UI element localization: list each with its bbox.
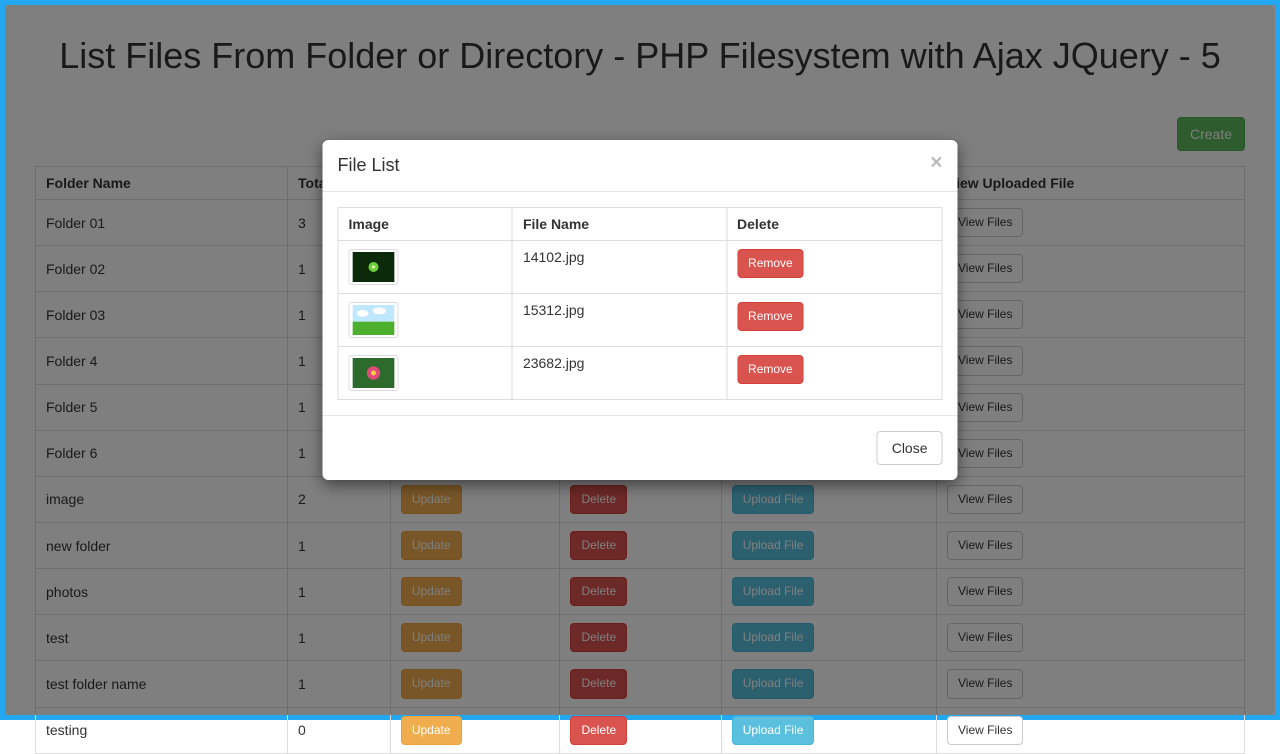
col-delete-file: Delete	[727, 208, 942, 241]
file-name-cell: 14102.jpg	[512, 241, 726, 294]
file-name-cell: 15312.jpg	[512, 294, 726, 347]
table-row: 15312.jpg Remove	[338, 294, 942, 347]
file-list-modal: × File List Image File Name Delete 14102…	[323, 140, 958, 480]
close-icon[interactable]: ×	[930, 152, 942, 173]
modal-title: File List	[338, 155, 943, 176]
file-thumbnail	[349, 249, 399, 285]
file-thumbnail	[349, 302, 399, 338]
file-table: Image File Name Delete 14102.jpgRemove15…	[338, 207, 943, 400]
remove-button[interactable]: Remove	[737, 249, 804, 278]
file-name-cell: 23682.jpg	[512, 347, 726, 400]
col-image: Image	[338, 208, 512, 241]
close-button[interactable]: Close	[877, 431, 943, 465]
col-file-name: File Name	[512, 208, 726, 241]
table-row: 23682.jpg Remove	[338, 347, 942, 400]
remove-button[interactable]: Remove	[737, 355, 804, 384]
remove-button[interactable]: Remove	[737, 302, 804, 331]
file-thumbnail	[349, 355, 399, 391]
table-row: 14102.jpg Remove	[338, 241, 942, 294]
